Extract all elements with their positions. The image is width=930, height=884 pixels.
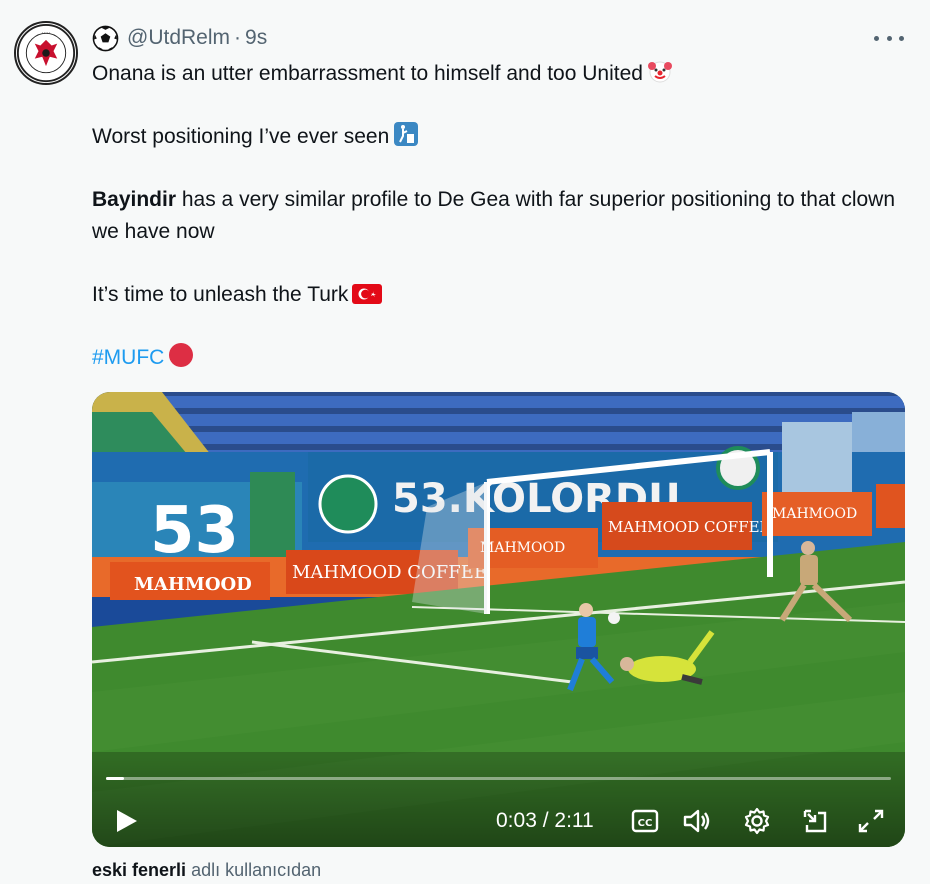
stadium-number: 53 <box>150 494 239 568</box>
attribution-name[interactable]: eski fenerli <box>92 860 186 880</box>
tweet-line-3-bold: Bayindir <box>92 188 177 211</box>
captions-icon[interactable]: CC <box>630 807 660 835</box>
tweet-header: @UtdRelm · 9s <box>92 24 267 52</box>
tweet-card: ····· @UtdRelm · 9s Onana is an utter em… <box>0 0 930 884</box>
author-handle[interactable]: @UtdRelm <box>127 26 230 50</box>
more-dot <box>874 35 879 41</box>
tweet-line-1-text: Onana is an utter embarrassment to himse… <box>92 62 643 85</box>
tweet-line-3-text: has a very similar profile to De Gea wit… <box>92 188 896 243</box>
tweet-line-1: Onana is an utter embarrassment to himse… <box>92 58 912 90</box>
tweet-line-5: #MUFC <box>92 342 912 374</box>
tweet-line-4-text: It’s time to unleash the Turk <box>92 282 349 306</box>
club-crest-icon: ····· <box>16 23 76 83</box>
more-dot <box>899 35 904 41</box>
hashtag-link[interactable]: #MUFC <box>92 346 164 369</box>
volume-icon[interactable] <box>682 807 712 835</box>
video-time: 0:03 / 2:11 <box>496 809 594 833</box>
avatar[interactable]: ····· <box>14 21 78 85</box>
video-controls: 0:03 / 2:11 CC <box>92 757 905 847</box>
video-attribution: eski fenerli adlı kullanıcıdan <box>92 860 321 881</box>
video-player[interactable]: 53 53.KOLORDU MAHMOOD MAHMOOD COFFEE MAH… <box>92 392 905 847</box>
soccer-ball-icon <box>92 25 119 51</box>
picture-in-picture-icon[interactable] <box>800 807 830 835</box>
settings-gear-icon[interactable] <box>742 807 772 835</box>
turkey-flag-icon <box>352 283 383 304</box>
tweet-line-4: It’s time to unleash the Turk <box>92 279 912 311</box>
svg-text:CC: CC <box>638 818 653 829</box>
time-separator: / <box>536 809 555 832</box>
clown-face-icon <box>647 61 672 83</box>
red-circle-icon <box>169 342 194 367</box>
current-time: 0:03 <box>496 809 537 832</box>
timestamp[interactable]: 9s <box>245 26 267 50</box>
svg-text:MAHMOOD: MAHMOOD <box>480 540 565 556</box>
play-icon[interactable] <box>112 807 140 835</box>
more-dot <box>886 35 892 41</box>
more-options-button[interactable] <box>874 26 904 50</box>
svg-text:MAHMOOD: MAHMOOD <box>134 574 252 595</box>
banner-text-2: MAHMOOD COFFEE <box>608 518 771 536</box>
svg-text:·····: ····· <box>42 30 51 36</box>
tweet-line-2: Worst positioning I’ve ever seen <box>92 121 912 153</box>
tweet-line-2-text: Worst positioning I’ve ever seen <box>92 125 390 148</box>
tweet-text: Onana is an utter embarrassment to himse… <box>92 58 912 373</box>
duration: 2:11 <box>554 809 594 832</box>
litter-in-bin-icon <box>394 122 419 146</box>
tweet-line-3: Bayindir has a very similar profile to D… <box>92 184 912 247</box>
video-progress-bar[interactable] <box>106 777 891 780</box>
fullscreen-icon[interactable] <box>856 807 886 835</box>
video-progress-fill <box>106 777 125 780</box>
attribution-suffix: adlı kullanıcıdan <box>191 860 322 880</box>
svg-text:MAHMOOD: MAHMOOD <box>772 506 857 522</box>
separator-dot: · <box>234 26 242 49</box>
